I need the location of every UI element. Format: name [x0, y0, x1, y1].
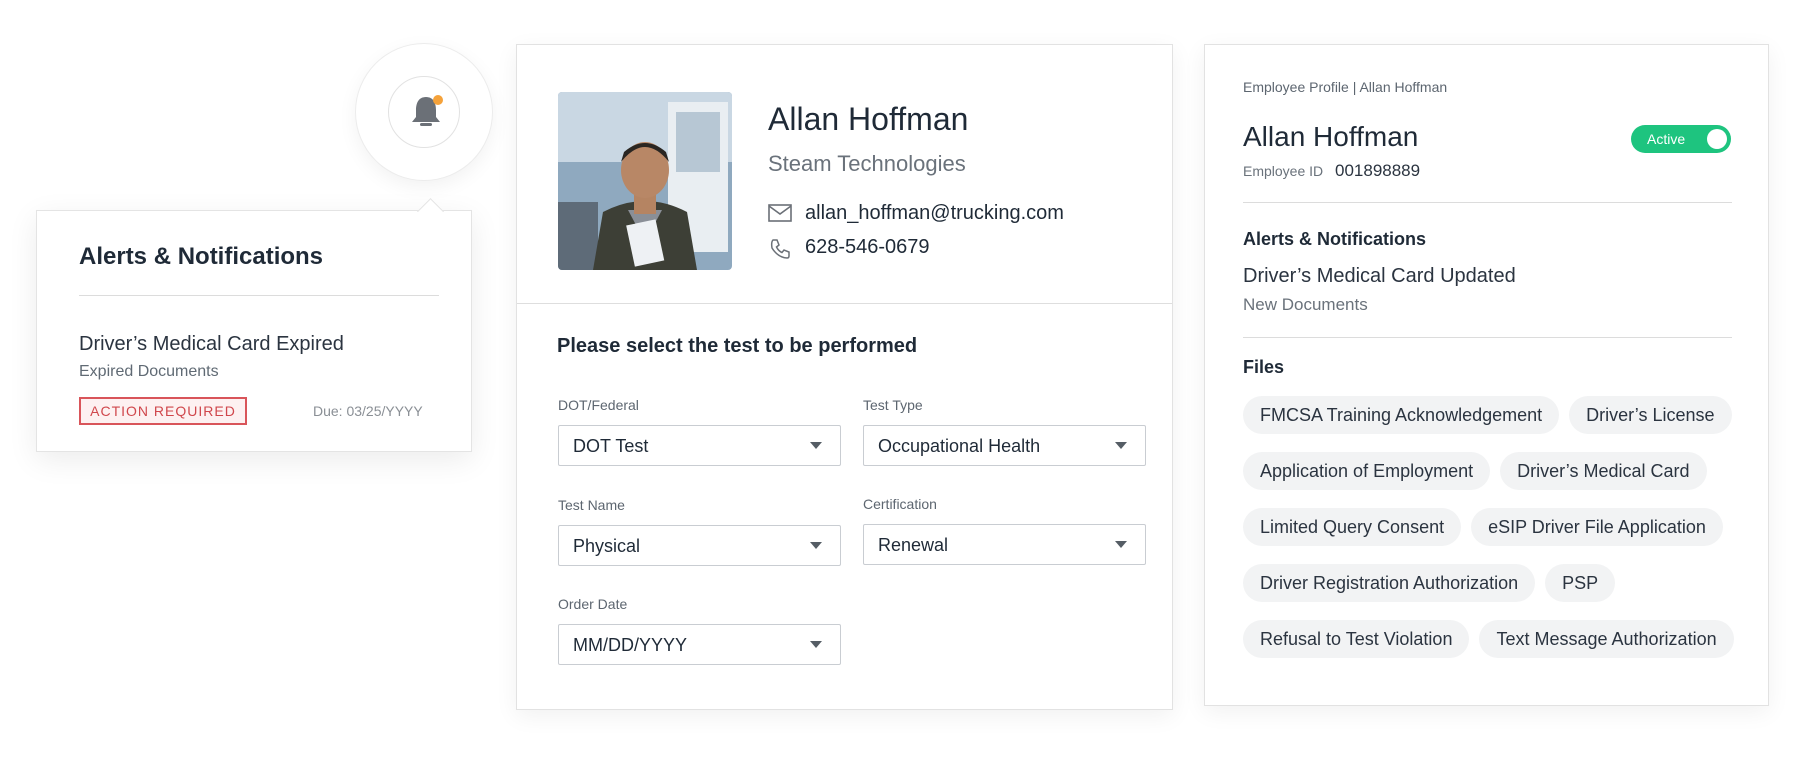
files-heading: Files — [1243, 357, 1285, 377]
email-icon — [768, 204, 792, 222]
contact-email-link[interactable]: allan_hoffman@trucking.com — [805, 202, 1064, 225]
contact-name: Allan Hoffman — [768, 101, 969, 137]
select-value: Renewal — [878, 535, 949, 555]
form-heading: Please select the test to be performed — [557, 335, 918, 357]
file-chip[interactable]: Driver Registration Authorization — [1243, 564, 1536, 602]
file-chip-list: FMCSA Training Acknowledgement Driver’s … — [1243, 396, 1743, 676]
file-chip[interactable]: Application of Employment — [1243, 452, 1491, 490]
file-chip[interactable]: eSIP Driver File Application — [1471, 508, 1723, 546]
notification-bubble — [356, 44, 492, 180]
chevron-down-icon — [810, 442, 822, 449]
status-toggle[interactable]: Active — [1631, 125, 1731, 153]
select-value: Occupational Health — [878, 436, 1041, 456]
chip-row: FMCSA Training Acknowledgement Driver’s … — [1243, 396, 1743, 434]
contact-phone-link[interactable]: 628-546-0679 — [805, 236, 930, 259]
employee-id-label: Employee ID — [1243, 163, 1324, 179]
divider — [517, 303, 1172, 304]
file-chip[interactable]: Refusal to Test Violation — [1243, 620, 1470, 658]
chip-row: Refusal to Test Violation Text Message A… — [1243, 620, 1743, 658]
certification-select[interactable]: Renewal — [863, 524, 1146, 565]
chip-row: Limited Query Consent eSIP Driver File A… — [1243, 508, 1743, 546]
employee-profile-card: Employee Profile | Allan Hoffman Allan H… — [1204, 44, 1769, 706]
breadcrumb: Employee Profile | Allan Hoffman — [1243, 79, 1448, 95]
alert-due-date: Due: 03/25/YYYY — [313, 403, 423, 419]
test-type-select[interactable]: Occupational Health — [863, 425, 1146, 466]
notification-bell-button[interactable] — [388, 76, 460, 148]
action-required-badge[interactable]: ACTION REQUIRED — [79, 397, 247, 425]
profile-alert-title[interactable]: Driver’s Medical Card Updated — [1243, 265, 1516, 288]
popover-caret — [416, 194, 444, 212]
chevron-down-icon — [810, 542, 822, 549]
dot-federal-select[interactable]: DOT Test — [558, 425, 841, 466]
alerts-panel: Alerts & Notifications Driver’s Medical … — [36, 210, 472, 452]
alert-item-title[interactable]: Driver’s Medical Card Expired — [79, 333, 344, 356]
order-date-label: Order Date — [558, 596, 628, 612]
divider — [79, 295, 439, 296]
toggle-knob — [1707, 129, 1727, 149]
test-name-label: Test Name — [558, 497, 625, 513]
test-order-card: Allan Hoffman Steam Technologies allan_h… — [516, 44, 1173, 710]
driver-photo — [558, 92, 732, 270]
status-label: Active — [1647, 131, 1686, 147]
order-date-select[interactable]: MM/DD/YYYY — [558, 624, 841, 665]
bell-icon — [412, 95, 443, 126]
chevron-down-icon — [1115, 442, 1127, 449]
file-chip[interactable]: Text Message Authorization — [1479, 620, 1734, 658]
profile-alert-subtitle: New Documents — [1243, 295, 1368, 314]
profile-name: Allan Hoffman — [1243, 121, 1419, 152]
file-chip[interactable]: FMCSA Training Acknowledgement — [1243, 396, 1560, 434]
alert-item-subtitle: Expired Documents — [79, 363, 219, 380]
contact-company: Steam Technologies — [768, 151, 966, 176]
chevron-down-icon — [810, 641, 822, 648]
file-chip[interactable]: Driver’s Medical Card — [1500, 452, 1707, 490]
divider — [1243, 337, 1732, 338]
alerts-heading: Alerts & Notifications — [1243, 229, 1427, 249]
test-type-label: Test Type — [863, 397, 923, 413]
phone-icon — [770, 239, 790, 259]
divider — [1243, 202, 1732, 203]
alerts-title: Alerts & Notifications — [79, 243, 324, 270]
select-value: MM/DD/YYYY — [573, 635, 688, 655]
chevron-down-icon — [1115, 541, 1127, 548]
select-value: Physical — [573, 536, 641, 556]
file-chip[interactable]: Driver’s License — [1569, 396, 1732, 434]
employee-id-value: 001898889 — [1335, 161, 1421, 180]
dot-federal-label: DOT/Federal — [558, 397, 639, 413]
certification-label: Certification — [863, 496, 937, 512]
test-name-select[interactable]: Physical — [558, 525, 841, 566]
chip-row: Application of Employment Driver’s Medic… — [1243, 452, 1743, 490]
file-chip[interactable]: PSP — [1545, 564, 1616, 602]
file-chip[interactable]: Limited Query Consent — [1243, 508, 1462, 546]
chip-row: Driver Registration Authorization PSP — [1243, 564, 1743, 602]
select-value: DOT Test — [573, 436, 649, 456]
